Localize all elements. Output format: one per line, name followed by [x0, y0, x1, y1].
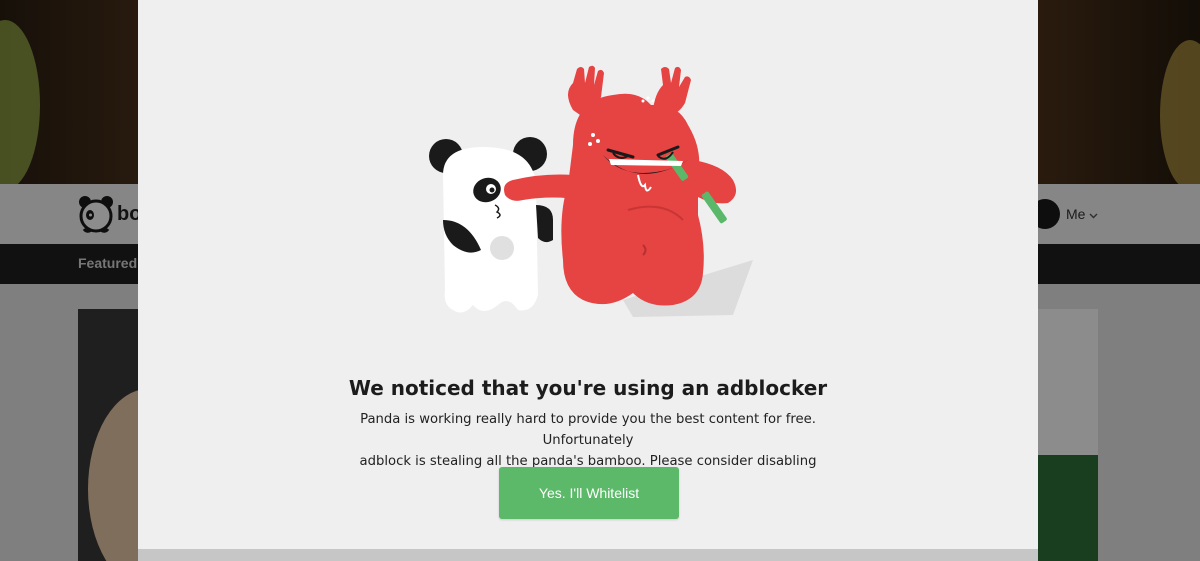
modal-message-line-1: Panda is working really hard to provide …: [360, 412, 816, 448]
modal-headline: We noticed that you're using an adblocke…: [348, 376, 828, 400]
adblock-modal: We noticed that you're using an adblocke…: [138, 0, 1038, 561]
modal-bottom-strip: [138, 549, 1038, 561]
panda-and-red-monster-illustration: [429, 65, 753, 317]
whitelist-button[interactable]: Yes. I'll Whitelist: [499, 467, 679, 519]
